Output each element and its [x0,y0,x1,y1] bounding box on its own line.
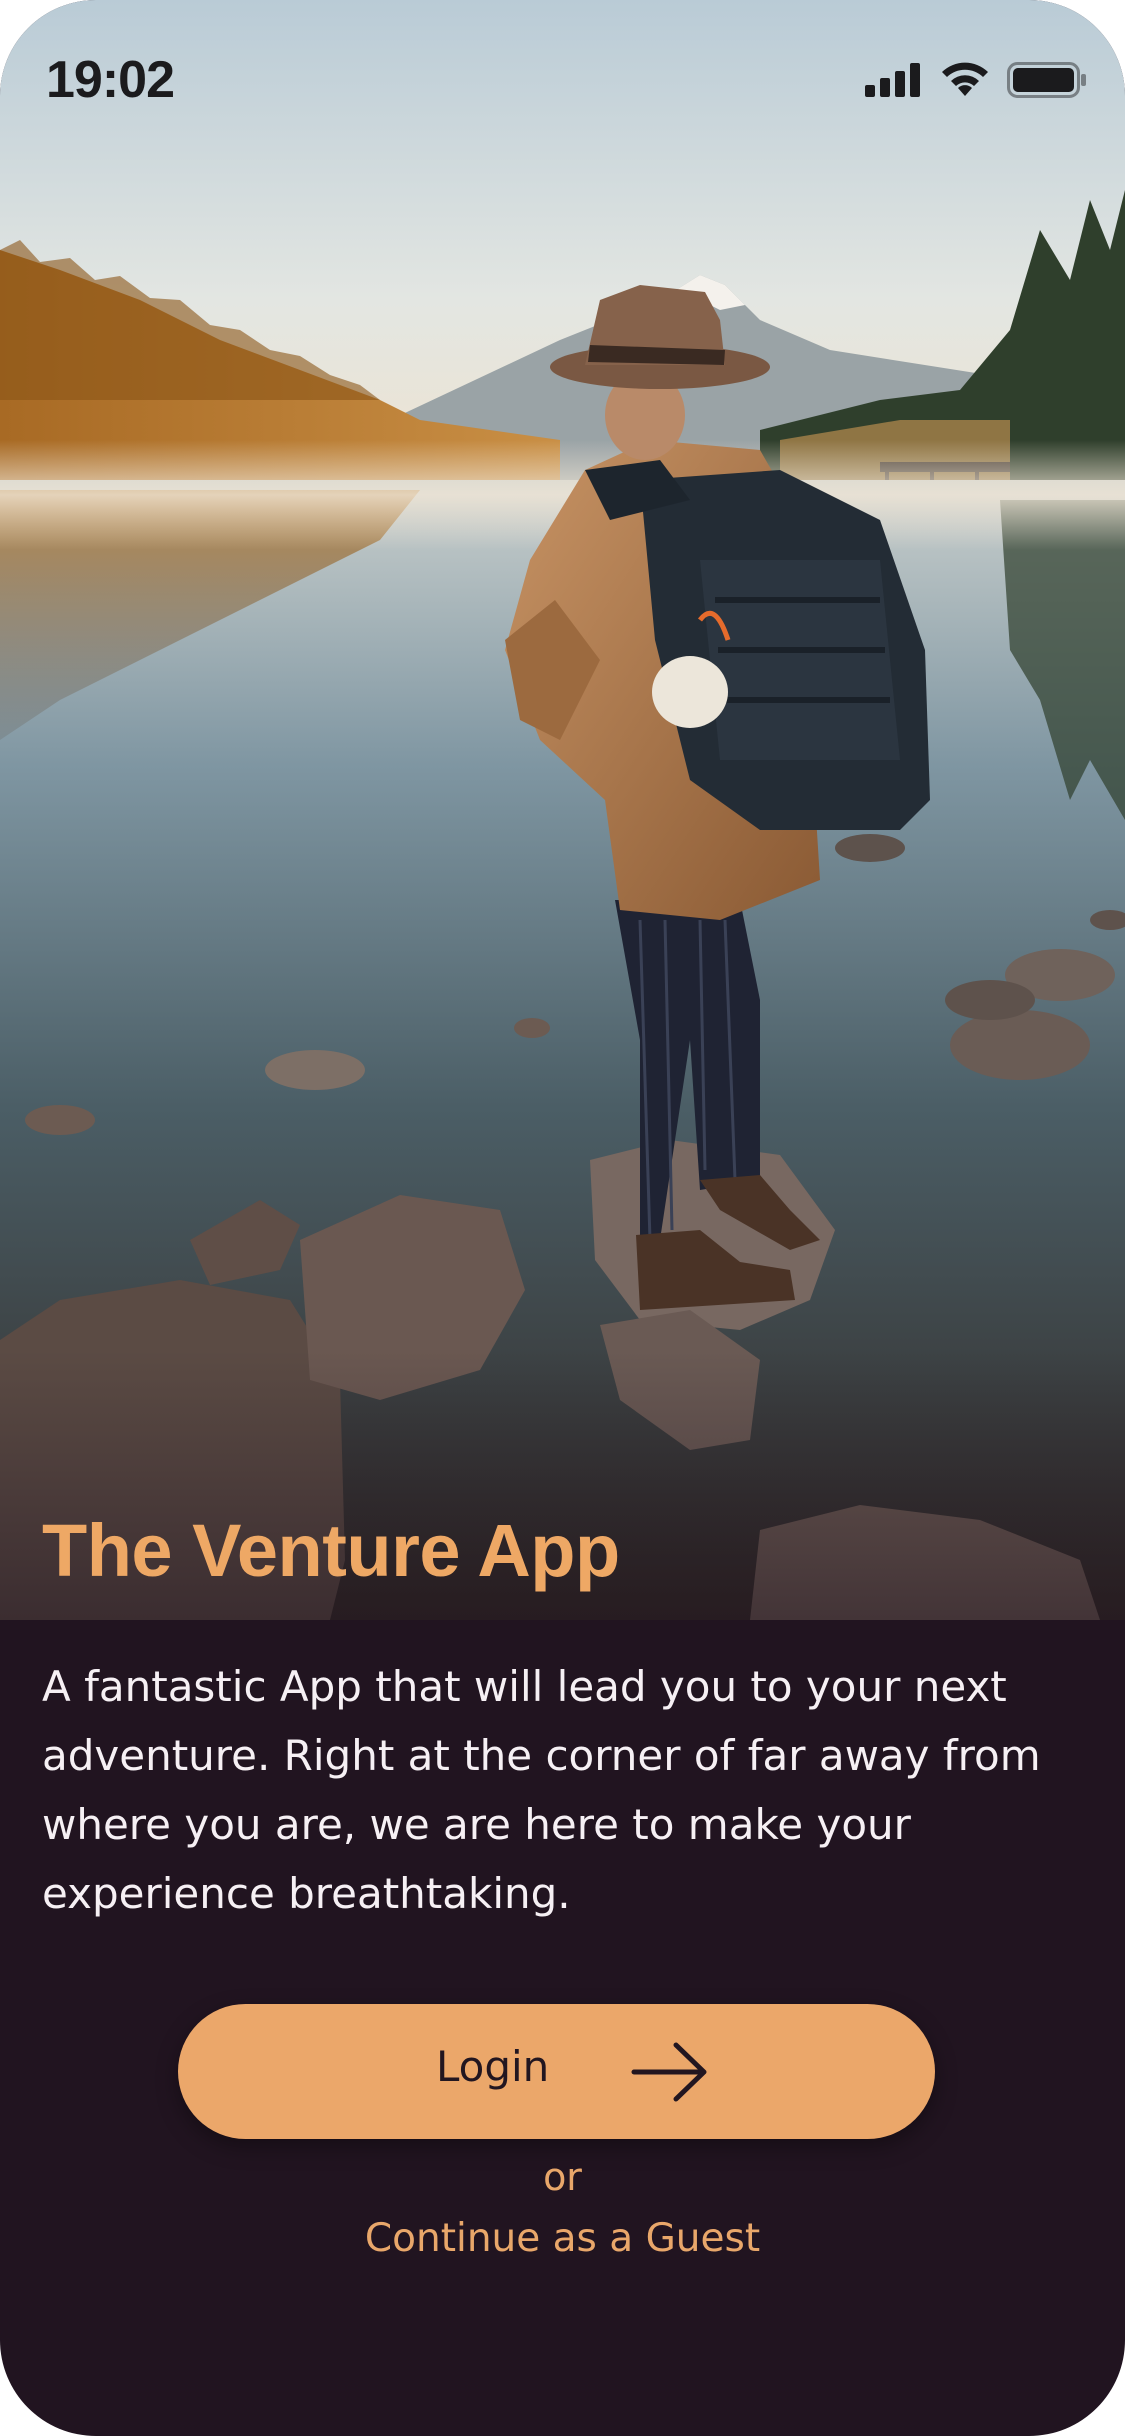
app-title: The Venture App [42,1509,620,1592]
status-time: 19:02 [46,51,175,109]
hero-image [0,0,1125,1620]
wifi-icon [939,62,991,102]
phone-screen: 19:02 The Venture App A fantastic App th… [0,0,1125,2436]
cellular-signal-icon [865,63,923,101]
login-label: Login [436,2042,550,2091]
status-bar: 19:02 [0,0,1125,150]
continue-as-guest-link[interactable]: Continue as a Guest [0,2216,1125,2261]
login-button[interactable]: Login [178,2004,935,2139]
app-description: A fantastic App that will lead you to yo… [42,1662,1041,1918]
battery-icon [1007,62,1087,102]
status-icons [865,62,1087,102]
or-divider-text: or [543,2155,582,2199]
arrow-right-icon [630,2037,710,2111]
